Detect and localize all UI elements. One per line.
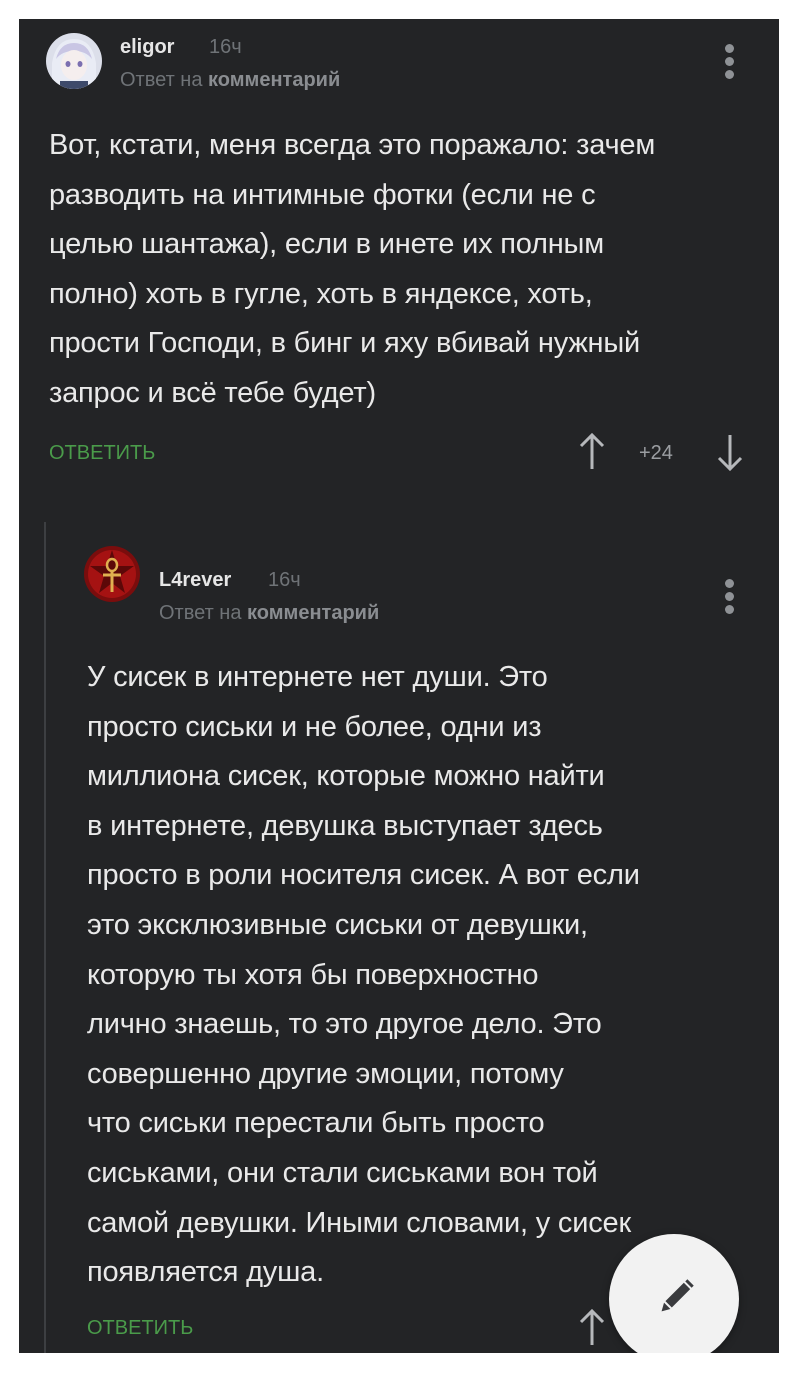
reply-to-label: Ответ на комментарий <box>120 69 340 92</box>
reply-to-link[interactable]: комментарий <box>208 69 340 91</box>
upvote-icon[interactable] <box>579 1308 605 1352</box>
anime-avatar-icon[interactable] <box>46 33 102 89</box>
reply-button[interactable]: ОТВЕТИТЬ <box>87 1317 193 1340</box>
more-menu-icon[interactable] <box>725 44 735 83</box>
comments-screen: eligor 16ч Ответ на комментарий Вот, кст… <box>19 19 779 1353</box>
author-name[interactable]: eligor <box>120 36 174 59</box>
upvote-icon[interactable] <box>579 432 605 476</box>
comment-time: 16ч <box>209 36 242 58</box>
reply-button[interactable]: ОТВЕТИТЬ <box>49 442 155 465</box>
author-name[interactable]: L4rever <box>159 569 231 592</box>
reply-to-link[interactable]: комментарий <box>247 602 379 624</box>
comment: eligor 16ч Ответ на комментарий Вот, кст… <box>19 19 779 509</box>
comment-text: У сисек в интернете нет души. Это просто… <box>87 661 640 1289</box>
reply-to-label: Ответ на комментарий <box>159 602 379 625</box>
comment-score: +24 <box>639 442 673 464</box>
reply-to-prefix: Ответ на <box>159 602 242 624</box>
comment: L4rever 16ч Ответ на комментарий У сисек… <box>19 509 779 1353</box>
compose-fab-button[interactable] <box>609 1234 739 1353</box>
more-menu-icon[interactable] <box>725 579 735 618</box>
pencil-icon <box>661 1279 694 1312</box>
reply-to-prefix: Ответ на <box>120 69 203 91</box>
comment-time: 16ч <box>268 569 301 591</box>
downvote-icon[interactable] <box>717 433 743 476</box>
comment-text: Вот, кстати, меня всегда это поражало: з… <box>49 129 656 409</box>
ankh-avatar-icon[interactable] <box>84 546 140 602</box>
